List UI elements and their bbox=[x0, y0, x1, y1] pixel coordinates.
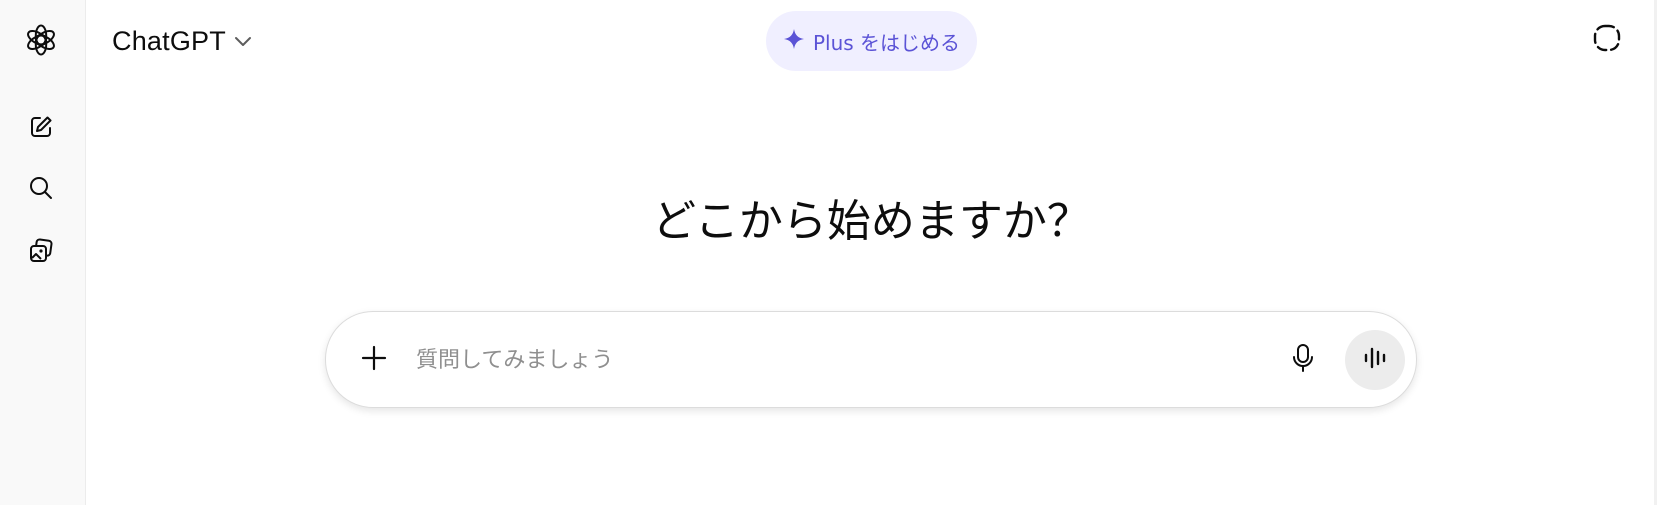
new-chat-button[interactable] bbox=[21, 107, 61, 147]
search-button[interactable] bbox=[21, 168, 61, 208]
openai-logo-icon bbox=[24, 23, 58, 57]
upgrade-plus-button[interactable]: Plus をはじめる bbox=[766, 11, 977, 71]
images-icon bbox=[27, 237, 55, 265]
dictate-button[interactable] bbox=[1283, 340, 1323, 380]
voice-mode-button[interactable] bbox=[1345, 330, 1405, 390]
plus-icon bbox=[361, 345, 387, 375]
voice-mode-icon bbox=[1361, 347, 1389, 373]
page-title: どこから始めますか？ bbox=[652, 196, 1091, 247]
sparkle-icon bbox=[783, 28, 805, 54]
attach-button[interactable] bbox=[354, 340, 394, 380]
chevron-down-icon bbox=[234, 32, 252, 51]
composer bbox=[325, 311, 1417, 408]
main-area: ChatGPT Plus をはじめる どこから始めますか？ bbox=[86, 0, 1657, 505]
dashed-circle-icon bbox=[1592, 23, 1622, 57]
prompt-input[interactable] bbox=[416, 336, 1216, 384]
library-button[interactable] bbox=[21, 231, 61, 271]
sidebar bbox=[0, 0, 86, 505]
openai-logo-button[interactable] bbox=[21, 20, 61, 60]
model-name: ChatGPT bbox=[112, 25, 226, 56]
microphone-icon bbox=[1290, 343, 1316, 377]
temporary-chat-button[interactable] bbox=[1589, 22, 1625, 58]
upgrade-label: Plus をはじめる bbox=[812, 30, 961, 55]
compose-icon bbox=[27, 113, 55, 141]
search-icon bbox=[27, 174, 55, 202]
model-switcher-button[interactable]: ChatGPT bbox=[112, 22, 252, 60]
